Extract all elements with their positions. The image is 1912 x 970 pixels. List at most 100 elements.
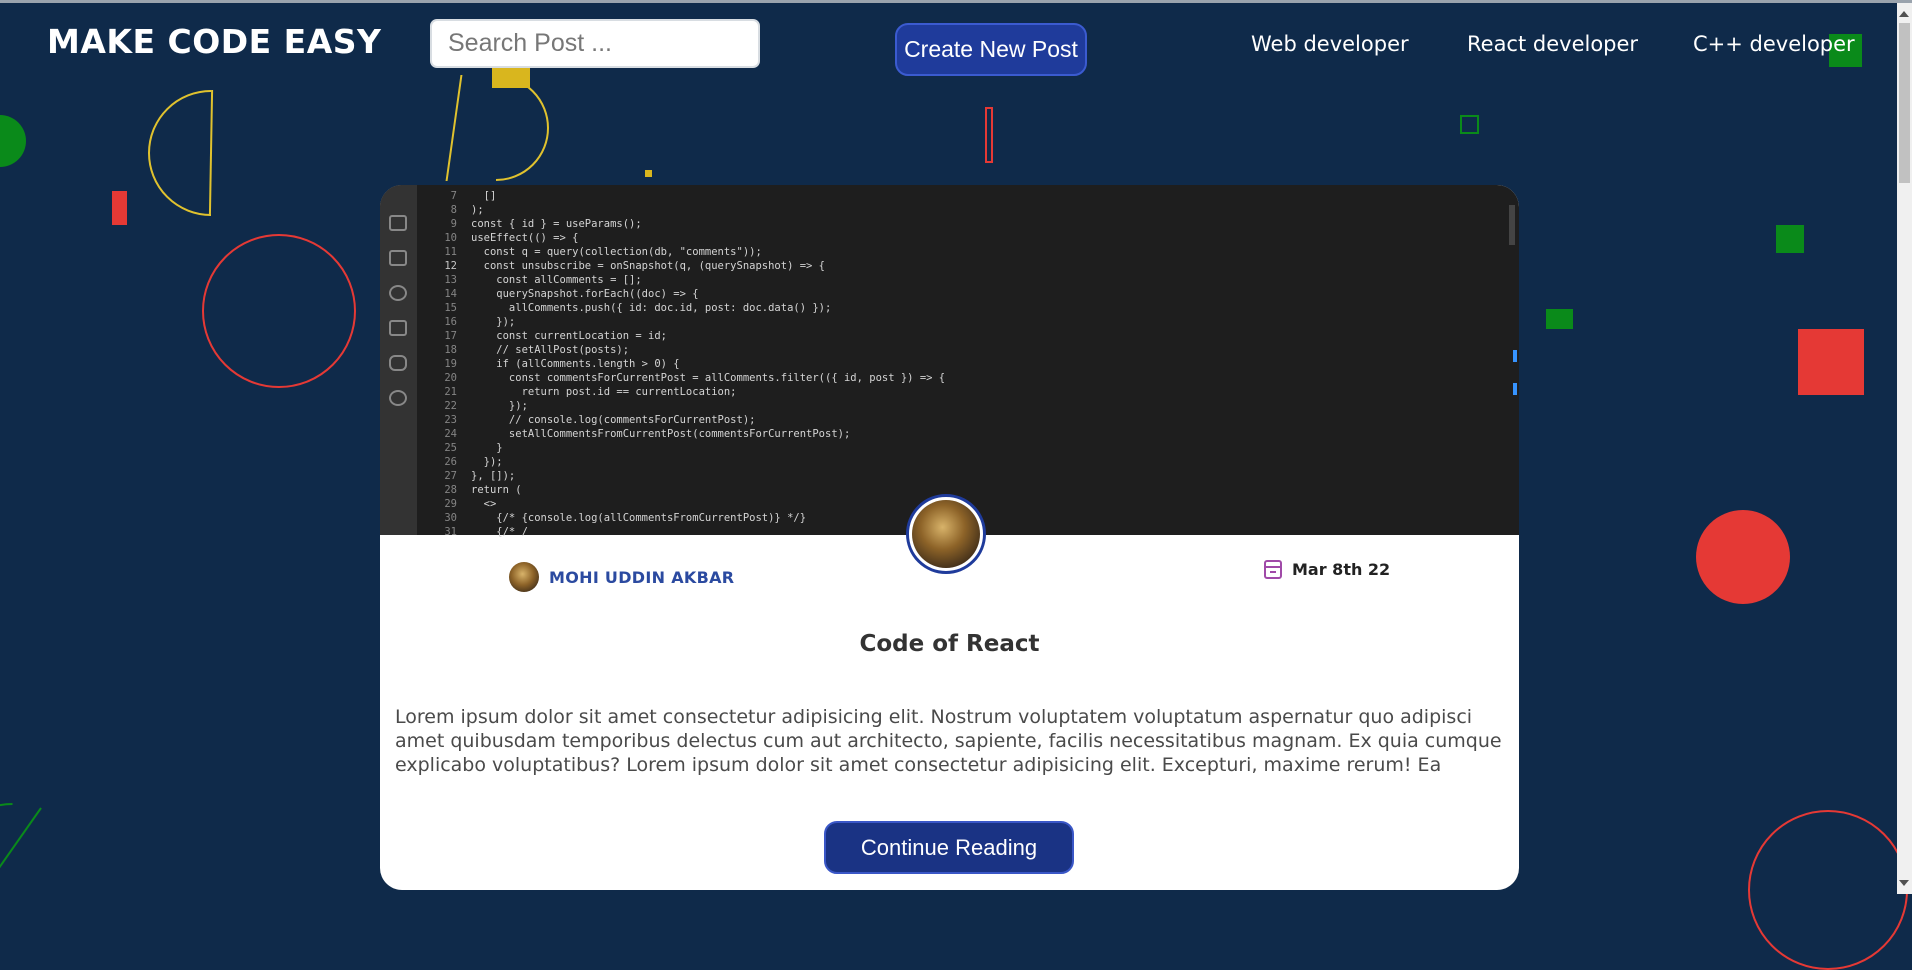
github-icon <box>389 285 407 301</box>
code-line-text: }); <box>471 316 516 328</box>
code-line-text: querySnapshot.forEach((doc) => { <box>471 288 699 300</box>
code-line-text: [] <box>471 190 497 202</box>
database-icon <box>389 355 407 371</box>
decor-red-circle-outline <box>202 234 356 388</box>
page-scrollbar[interactable] <box>1897 3 1912 894</box>
remote-icon <box>389 320 407 336</box>
decor-red-bar <box>112 191 127 225</box>
decor-green-square-small <box>1546 309 1573 329</box>
code-line-number: 30 <box>444 512 457 524</box>
code-line: 8); <box>417 203 1517 217</box>
code-line: 16 }); <box>417 315 1517 329</box>
scroll-down-arrow-icon[interactable] <box>1899 880 1909 886</box>
code-line-text: if (allComments.length > 0) { <box>471 358 680 370</box>
post-cover-image: 7 [] 8); 9 const { id } = useParams(); 10 use… <box>380 185 1519 538</box>
code-line-number: 9 <box>450 218 457 230</box>
code-line-text: return post.id == currentLocation; <box>471 386 737 398</box>
code-line-text: const q = query(collection(db, "comments… <box>471 246 762 258</box>
code-line: 22 }); <box>417 399 1517 413</box>
code-line-number: 7 <box>450 190 457 202</box>
author-hero-avatar <box>906 494 986 574</box>
decor-yellow-line-right <box>445 75 463 181</box>
decor-red-thin-rect <box>985 107 993 163</box>
code-line: 21 return post.id == currentLocation; <box>417 385 1517 399</box>
code-line-text: const { id } = useParams(); <box>471 218 642 230</box>
editor-activity-bar <box>380 185 417 535</box>
nav-link-cpp-developer[interactable]: C++ developer <box>1693 32 1855 56</box>
site-logo[interactable]: MAKE CODE EASY <box>47 22 381 61</box>
code-line: 13 const allComments = []; <box>417 273 1517 287</box>
editor-minimap-marker <box>1513 350 1517 362</box>
code-line-text: }, []); <box>471 470 516 482</box>
code-line-number: 29 <box>444 498 457 510</box>
code-line-text: {/* / <box>471 526 528 538</box>
code-line-number: 15 <box>444 302 457 314</box>
code-line-number: 19 <box>444 358 457 370</box>
calendar-icon <box>1264 560 1282 579</box>
code-line-number: 23 <box>444 414 457 426</box>
edge-icon <box>389 390 407 406</box>
code-line-text: } <box>471 442 503 454</box>
code-line: 20 const commentsForCurrentPost = allCom… <box>417 371 1517 385</box>
code-line-text: ); <box>471 204 484 216</box>
continue-reading-button[interactable]: Continue Reading <box>824 821 1074 874</box>
code-line-number: 8 <box>450 204 457 216</box>
code-line: 11 const q = query(collection(db, "comme… <box>417 245 1517 259</box>
code-line-number: 10 <box>444 232 457 244</box>
post-author[interactable]: MOHI UDDIN AKBAR <box>509 562 734 592</box>
scrollbar-thumb[interactable] <box>1899 23 1910 183</box>
code-line: 12 const unsubscribe = onSnapshot(q, (qu… <box>417 259 1517 273</box>
code-line: 27}, []); <box>417 469 1517 483</box>
decor-red-circle-bottom <box>1748 810 1908 970</box>
code-line-number: 21 <box>444 386 457 398</box>
nav-link-web-developer[interactable]: Web developer <box>1251 32 1409 56</box>
code-editor-lines: 7 [] 8); 9 const { id } = useParams(); 10 use… <box>417 185 1517 538</box>
code-line-text: // setAllPost(posts); <box>471 344 630 356</box>
code-line-text: useEffect(() => { <box>471 232 579 244</box>
code-line-number: 25 <box>444 442 457 454</box>
extensions-icon <box>389 250 407 266</box>
code-line-number: 18 <box>444 344 457 356</box>
decor-green-square-mid <box>1776 225 1804 253</box>
post-date-text: Mar 8th 22 <box>1292 560 1391 579</box>
code-line-number: 16 <box>444 316 457 328</box>
scroll-up-arrow-icon[interactable] <box>1899 11 1909 17</box>
code-line-number: 26 <box>444 456 457 468</box>
nav-link-react-developer[interactable]: React developer <box>1467 32 1638 56</box>
editor-scroll-indicator <box>1509 205 1515 245</box>
code-line-text: const unsubscribe = onSnapshot(q, (query… <box>471 260 826 272</box>
code-line-text: const currentLocation = id; <box>471 330 667 342</box>
code-line-text: <> <box>471 498 497 510</box>
code-line-number: 22 <box>444 400 457 412</box>
search-input[interactable] <box>430 19 760 68</box>
post-excerpt: Lorem ipsum dolor sit amet consectetur a… <box>395 706 1502 776</box>
create-new-post-button[interactable]: Create New Post <box>895 23 1087 76</box>
author-avatar <box>509 562 539 592</box>
post-date: Mar 8th 22 <box>1264 560 1390 579</box>
decor-red-circle-filled <box>1696 510 1790 604</box>
decor-green-square-outline <box>1460 115 1479 134</box>
code-line-text: }); <box>471 456 503 468</box>
code-line-text: // console.log(commentsForCurrentPost); <box>471 414 756 426</box>
code-line-text: setAllCommentsFromCurrentPost(commentsFo… <box>471 428 851 440</box>
decor-yellow-dot <box>645 170 652 177</box>
code-line-text: }); <box>471 400 528 412</box>
code-line: 9 const { id } = useParams(); <box>417 217 1517 231</box>
code-line-number: 28 <box>444 484 457 496</box>
code-line: 14 querySnapshot.forEach((doc) => { <box>417 287 1517 301</box>
code-line-number: 13 <box>444 274 457 286</box>
code-line: 26 }); <box>417 455 1517 469</box>
code-line: 10 useEffect(() => { <box>417 231 1517 245</box>
code-line: 15 allComments.push({ id: doc.id, post: … <box>417 301 1517 315</box>
code-line-text: return ( <box>471 484 522 496</box>
code-line-number: 12 <box>444 260 457 272</box>
window-top-border <box>0 0 1912 3</box>
code-line-number: 31 <box>444 526 457 538</box>
code-line: 25 } <box>417 441 1517 455</box>
code-line-number: 14 <box>444 288 457 300</box>
code-line: 19 if (allComments.length > 0) { <box>417 357 1517 371</box>
code-line-text: const allComments = []; <box>471 274 642 286</box>
code-line-text: const commentsForCurrentPost = allCommen… <box>471 372 946 384</box>
decor-red-square <box>1798 329 1864 395</box>
code-line-number: 20 <box>444 372 457 384</box>
